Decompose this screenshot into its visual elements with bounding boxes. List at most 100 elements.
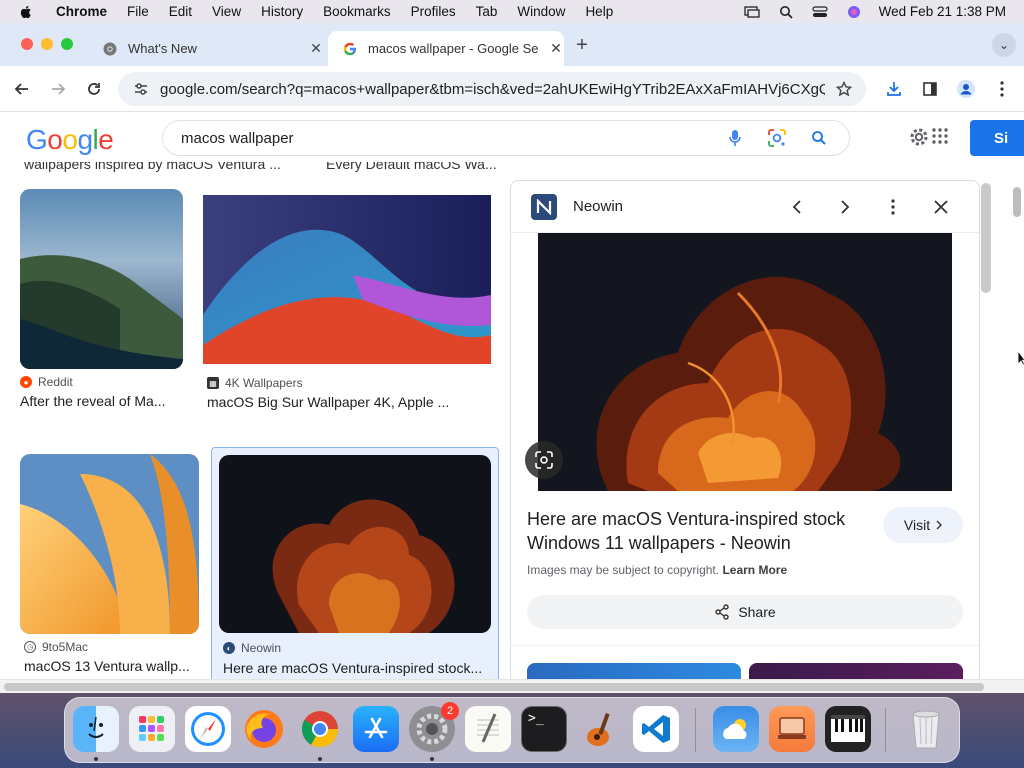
site-info-icon[interactable] — [132, 80, 150, 98]
menu-bookmarks[interactable]: Bookmarks — [323, 4, 391, 19]
menu-help[interactable]: Help — [585, 4, 613, 19]
scrollbar-thumb[interactable] — [4, 683, 984, 691]
preview-image[interactable] — [538, 233, 952, 491]
result-caption[interactable]: macOS 13 Ventura wallp... — [20, 658, 200, 674]
app-store-icon[interactable] — [353, 706, 399, 752]
weather-icon[interactable] — [713, 706, 759, 752]
image-result-card[interactable]: ▦ 4K Wallpapers macOS Big Sur Wallpaper 4… — [203, 195, 493, 410]
new-tab-button[interactable]: + — [572, 34, 592, 56]
google-apps-grid-icon[interactable] — [932, 128, 948, 144]
share-button[interactable]: Share — [527, 595, 963, 629]
page-scrollbar[interactable] — [1013, 187, 1021, 217]
settings-gear-icon[interactable] — [908, 126, 930, 148]
dock-separator — [885, 708, 886, 752]
google-logo[interactable]: Google — [26, 124, 114, 156]
lens-search-icon[interactable] — [525, 441, 563, 479]
vscode-icon[interactable] — [633, 706, 679, 752]
side-panel-icon[interactable] — [918, 77, 942, 101]
launchpad-icon[interactable] — [129, 706, 175, 752]
screen-mirroring-icon[interactable] — [743, 5, 761, 19]
search-icon[interactable] — [807, 126, 831, 150]
sign-in-button[interactable]: Si — [970, 120, 1024, 156]
chrome-app-icon[interactable] — [297, 706, 343, 752]
result-caption[interactable]: Here are macOS Ventura-inspired stock... — [223, 660, 482, 676]
finder-icon[interactable] — [73, 706, 119, 752]
zoom-window-button[interactable] — [61, 38, 73, 50]
image-result-card-selected[interactable]: ◐ Neowin Here are macOS Ventura-inspired … — [211, 447, 499, 682]
result-thumbnail[interactable] — [20, 189, 183, 369]
lens-camera-icon[interactable] — [765, 126, 789, 150]
more-options-icon[interactable] — [881, 195, 905, 219]
piano-icon[interactable] — [825, 706, 871, 752]
panel-scrollbar[interactable] — [981, 183, 991, 293]
firefox-icon[interactable] — [241, 706, 287, 752]
safari-icon[interactable] — [185, 706, 231, 752]
close-tab-icon[interactable]: ✕ — [308, 40, 324, 57]
terminal-icon[interactable]: >_ — [521, 706, 567, 752]
menu-file[interactable]: File — [127, 4, 149, 19]
menu-tab[interactable]: Tab — [476, 4, 498, 19]
tab-google-search[interactable]: macos wallpaper - Google Se ✕ — [328, 31, 564, 66]
menu-bar: Chrome File Edit View History Bookmarks … — [0, 0, 1024, 23]
chrome-menu-icon[interactable] — [990, 77, 1014, 101]
learn-more-link[interactable]: Learn More — [722, 563, 787, 577]
siri-icon[interactable] — [845, 5, 863, 19]
address-bar[interactable]: google.com/search?q=macos+wallpaper&tbm=… — [118, 72, 866, 106]
result-thumbnail[interactable] — [20, 454, 199, 634]
garageband-icon[interactable] — [577, 706, 623, 752]
back-button[interactable] — [10, 77, 34, 101]
menu-window[interactable]: Window — [517, 4, 565, 19]
spotlight-search-icon[interactable] — [777, 5, 795, 19]
menu-profiles[interactable]: Profiles — [411, 4, 456, 19]
result-caption[interactable]: After the reveal of Ma... — [20, 393, 184, 409]
apple-icon[interactable] — [18, 4, 34, 20]
bookmark-star-icon[interactable] — [834, 79, 854, 99]
menu-view[interactable]: View — [212, 4, 241, 19]
menu-history[interactable]: History — [261, 4, 303, 19]
neowin-icon: ◐ — [223, 642, 235, 654]
previous-result-button[interactable] — [785, 195, 809, 219]
reload-button[interactable] — [82, 77, 106, 101]
image-result-card[interactable]: ● Reddit After the reveal of Ma... — [20, 189, 184, 409]
screen-sharing-icon[interactable] — [769, 706, 815, 752]
next-result-button[interactable] — [833, 195, 857, 219]
system-settings-icon[interactable]: 2 — [409, 702, 459, 752]
menubar-clock[interactable]: Wed Feb 21 1:38 PM — [879, 4, 1006, 19]
source-name: Reddit — [38, 375, 73, 389]
trash-icon[interactable] — [903, 706, 949, 752]
close-panel-icon[interactable] — [929, 195, 953, 219]
image-results-grid: wallpapers inspired by macOS Ventura ...… — [0, 162, 505, 682]
menu-app-name[interactable]: Chrome — [56, 4, 107, 19]
control-center-icon[interactable] — [811, 5, 829, 19]
image-result-card[interactable]: ◷ 9to5Mac macOS 13 Ventura wallp... — [20, 454, 200, 674]
search-input[interactable]: macos wallpaper — [181, 130, 723, 147]
tab-title: What's New — [128, 41, 197, 56]
neowin-logo-icon — [531, 193, 557, 220]
source-name: 9to5Mac — [42, 640, 89, 654]
visit-button[interactable]: Visit — [883, 507, 963, 543]
tab-search-chevron-icon[interactable]: ⌄ — [992, 33, 1016, 57]
textedit-icon[interactable] — [465, 706, 511, 752]
url-text[interactable]: google.com/search?q=macos+wallpaper&tbm=… — [160, 81, 825, 98]
tab-whats-new[interactable]: What's New ✕ — [88, 31, 328, 66]
preview-title[interactable]: Here are macOS Ventura-inspired stock Wi… — [527, 507, 877, 555]
result-caption[interactable]: macOS Big Sur Wallpaper 4K, Apple ... — [203, 394, 493, 410]
result-thumbnail[interactable] — [219, 455, 491, 633]
minimize-window-button[interactable] — [41, 38, 53, 50]
copyright-notice: Images may be subject to copyright. Lear… — [527, 563, 787, 577]
share-icon — [715, 604, 730, 620]
search-box[interactable]: macos wallpaper — [162, 120, 850, 156]
result-thumbnail[interactable] — [203, 195, 491, 364]
horizontal-scrollbar[interactable] — [0, 679, 1024, 693]
menu-edit[interactable]: Edit — [169, 4, 192, 19]
close-tab-icon[interactable]: ✕ — [548, 40, 564, 57]
visit-label: Visit — [903, 517, 931, 533]
browser-toolbar: google.com/search?q=macos+wallpaper&tbm=… — [0, 66, 1024, 112]
dock-separator — [695, 708, 696, 752]
voice-search-icon[interactable] — [723, 126, 747, 150]
download-icon[interactable] — [882, 77, 906, 101]
close-window-button[interactable] — [21, 38, 33, 50]
profile-avatar-icon[interactable] — [954, 77, 978, 101]
forward-button[interactable] — [46, 77, 70, 101]
panel-source-name[interactable]: Neowin — [573, 198, 623, 215]
